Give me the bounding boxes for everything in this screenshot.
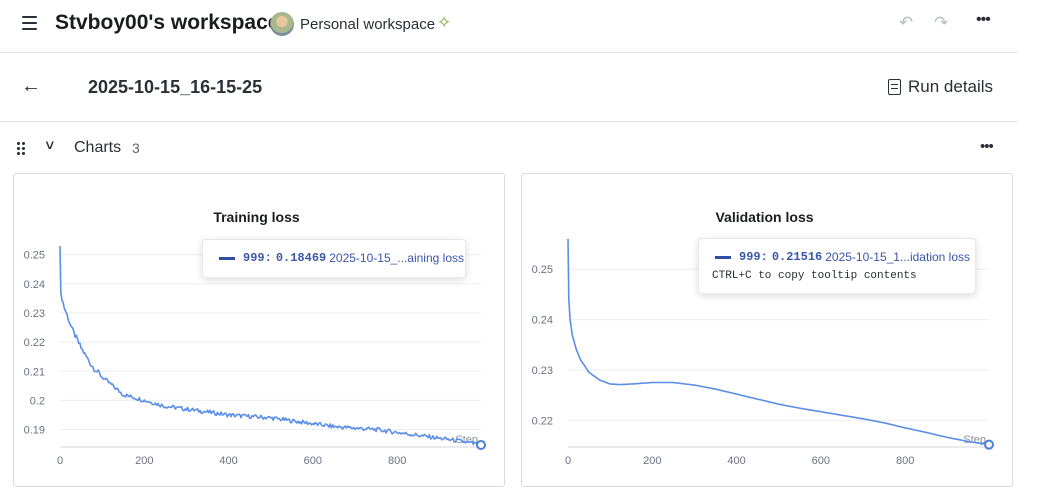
y-tick-label: 0.25 xyxy=(24,250,45,262)
y-tick-label: 0.25 xyxy=(532,264,553,276)
workspace-header: Stvboy00's workspace Personal workspace … xyxy=(0,0,1018,53)
tooltip-hint: CTRL+C to copy tooltip contents xyxy=(712,270,917,282)
back-arrow-icon[interactable]: ← xyxy=(21,75,41,98)
tooltip-series-name: 2025-10-15_...aining loss xyxy=(329,251,464,265)
section-more-icon[interactable]: ••• xyxy=(980,138,994,155)
chart-tooltip: 999 : 0.18469 2025-10-15_...aining loss xyxy=(202,239,466,278)
chevron-down-icon[interactable]: ∨ xyxy=(44,137,56,153)
validation-loss-chart: Validation loss 0.22 0.23 0.24 0.25 0 200 400 60… xyxy=(532,209,994,467)
hover-point xyxy=(476,439,486,450)
chart-panel-validation-loss[interactable]: Validation loss 0.22 0.23 0.24 0.25 0 200 400 60… xyxy=(521,173,1013,487)
x-tick-label: 600 xyxy=(304,455,322,467)
section-label[interactable]: Charts xyxy=(74,139,121,157)
x-tick-label: 0 xyxy=(565,455,571,467)
more-icon[interactable]: ••• xyxy=(976,11,991,29)
y-tick-label: 0.22 xyxy=(532,415,553,427)
chart-title: Validation loss xyxy=(715,209,813,225)
x-tick-label: 0 xyxy=(57,455,63,467)
y-tick-label: 0.19 xyxy=(24,425,45,437)
series-swatch xyxy=(219,256,235,260)
y-tick-label: 0.23 xyxy=(532,365,553,377)
avatar[interactable] xyxy=(270,12,294,36)
x-tick-label: 800 xyxy=(896,455,914,467)
drag-handle-icon[interactable] xyxy=(16,141,26,155)
chart-title: Training loss xyxy=(213,209,300,225)
run-header: ← 2025-10-15_16-15-25 Run details xyxy=(0,53,1018,122)
chart-tooltip: 999 : 0.21516 2025-10-15_1...idation los… xyxy=(698,238,976,294)
y-tick-label: 0.23 xyxy=(24,308,45,320)
run-name: 2025-10-15_16-15-25 xyxy=(88,77,263,97)
training-loss-chart: Training loss 0.19 0.2 0.21 0.22 0.23 0.24 0.25… xyxy=(24,209,486,467)
hover-point xyxy=(984,439,994,450)
y-tick-label: 0.2 xyxy=(30,395,45,407)
menu-icon[interactable] xyxy=(22,16,37,30)
chart-panel-training-loss[interactable]: Training loss 0.19 0.2 0.21 0.22 0.23 0.24 0.25… xyxy=(13,173,505,487)
y-tick-label: 0.24 xyxy=(532,315,553,327)
tooltip-step: 999 xyxy=(739,250,761,264)
tooltip-step: 999 xyxy=(243,251,265,265)
y-tick-label: 0.24 xyxy=(24,279,45,291)
tooltip-series-name: 2025-10-15_1...idation loss xyxy=(825,250,971,264)
workspace-subtitle[interactable]: Personal workspace xyxy=(300,16,435,33)
workspace-title[interactable]: Stvboy00's workspace xyxy=(55,11,279,35)
charts-section-header: ∨ Charts 3 ••• xyxy=(0,130,1018,166)
x-tick-label: 800 xyxy=(388,455,406,467)
series-swatch xyxy=(715,255,731,259)
x-tick-label: 400 xyxy=(219,455,237,467)
x-tick-label: 400 xyxy=(727,455,745,467)
tooltip-value: 0.21516 xyxy=(771,250,823,264)
sparkle-icon[interactable]: ✧ xyxy=(437,13,451,33)
x-tick-label: 200 xyxy=(643,455,661,467)
section-count: 3 xyxy=(132,140,140,156)
x-tick-label: 600 xyxy=(812,455,830,467)
x-tick-label: 200 xyxy=(135,455,153,467)
document-icon xyxy=(888,79,901,95)
run-details-button[interactable]: Run details xyxy=(888,75,993,99)
redo-icon[interactable]: ↷ xyxy=(934,13,948,33)
y-tick-label: 0.21 xyxy=(24,366,45,378)
undo-icon[interactable]: ↶ xyxy=(899,13,913,33)
tooltip-value: 0.18469 xyxy=(275,251,327,265)
y-tick-label: 0.22 xyxy=(24,337,45,349)
run-details-label: Run details xyxy=(908,77,994,96)
